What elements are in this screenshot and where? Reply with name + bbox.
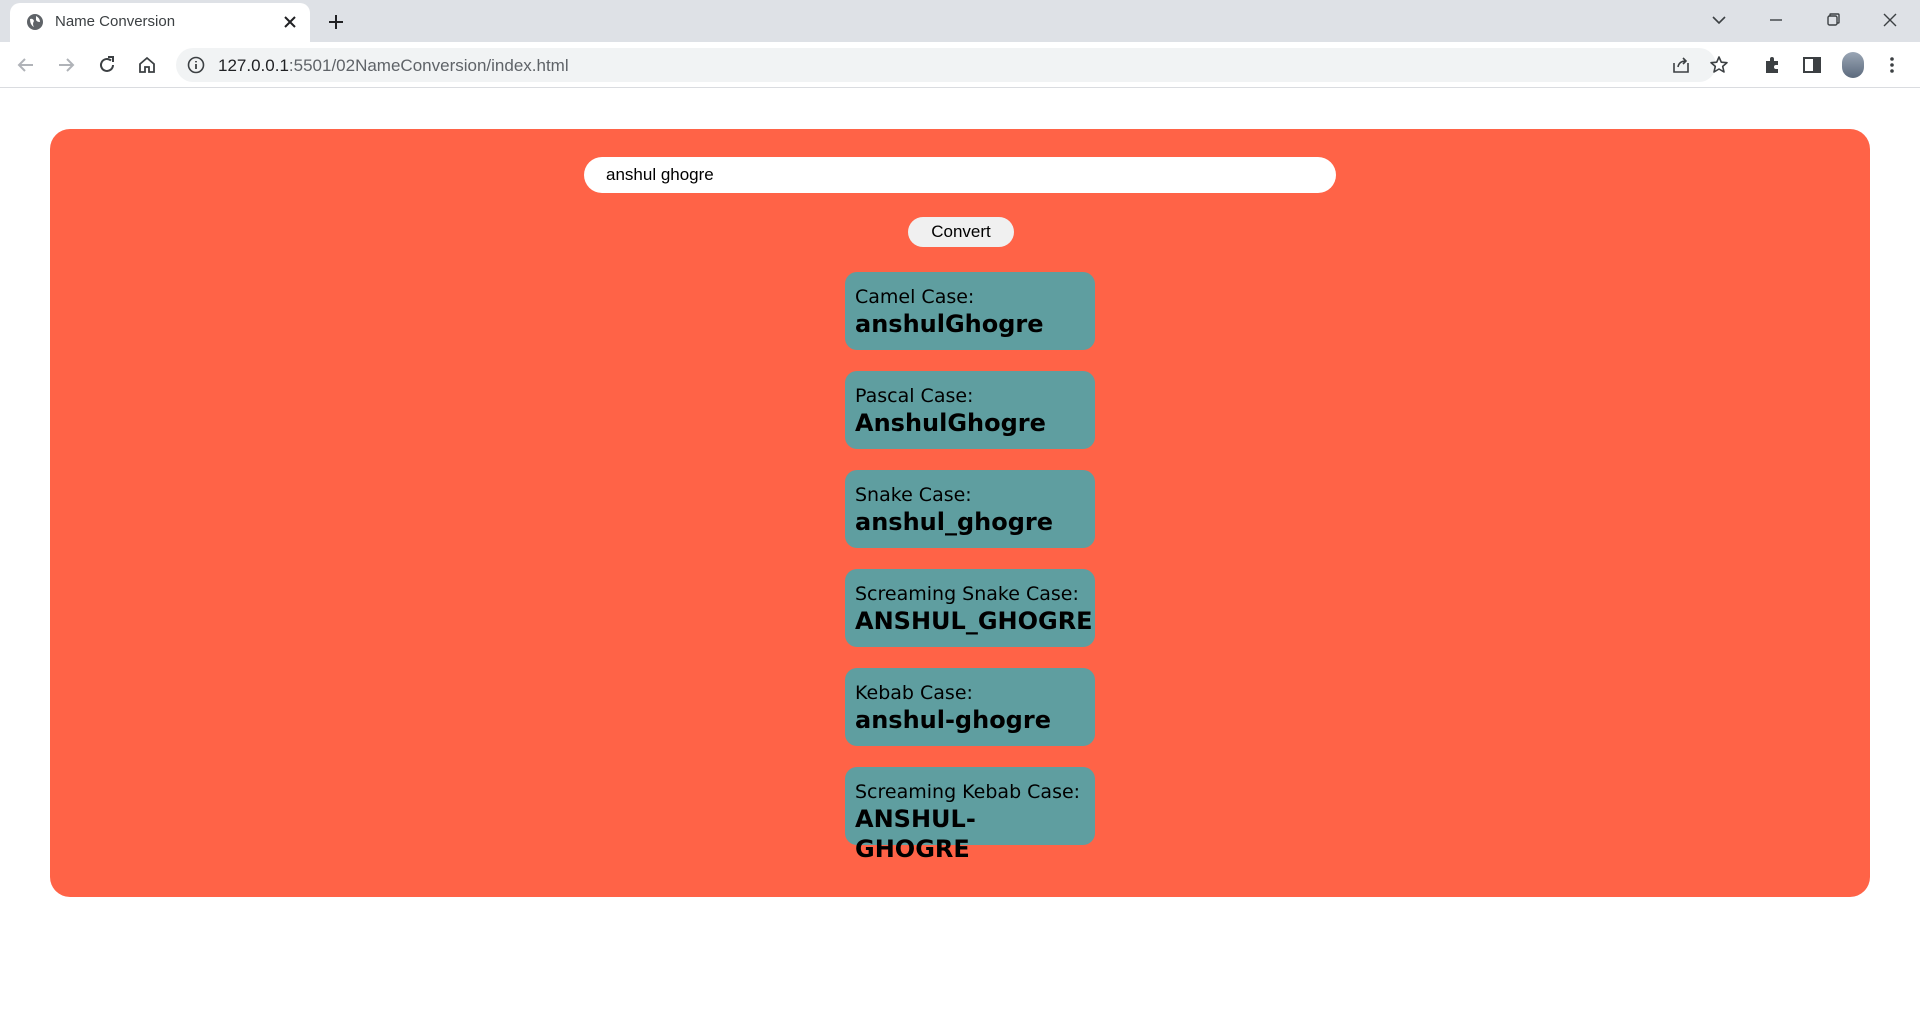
result-label: Screaming Kebab Case: xyxy=(855,781,1081,803)
back-arrow-icon[interactable] xyxy=(14,53,38,77)
result-value: ANSHUL-GHOGRE xyxy=(855,805,976,863)
url-text[interactable]: 127.0.0.1:5501/02NameConversion/index.ht… xyxy=(218,56,569,76)
profile-avatar[interactable] xyxy=(1842,52,1864,78)
result-card-pascal-case: Pascal Case: AnshulGhogre xyxy=(845,371,1095,449)
result-label: Kebab Case: xyxy=(855,682,973,704)
result-card-kebab-case: Kebab Case: anshul-ghogre xyxy=(845,668,1095,746)
result-label: Camel Case: xyxy=(855,286,975,308)
url-host: 127.0.0.1 xyxy=(218,56,289,75)
bookmark-star-icon[interactable] xyxy=(1708,54,1730,76)
home-icon[interactable] xyxy=(135,53,159,77)
result-value: anshul_ghogre xyxy=(855,508,1054,536)
close-window-icon[interactable] xyxy=(1878,8,1902,32)
result-label: Screaming Snake Case: xyxy=(855,583,1079,605)
name-input[interactable] xyxy=(584,157,1336,193)
result-value: anshulGhogre xyxy=(855,310,1044,338)
minimize-icon[interactable] xyxy=(1764,8,1788,32)
share-icon[interactable] xyxy=(1670,54,1692,76)
result-card-camel-case: Camel Case: anshulGhogre xyxy=(845,272,1095,350)
close-icon[interactable] xyxy=(280,12,300,32)
result-card-screaming-snake-case: Screaming Snake Case: ANSHUL_GHOGRE xyxy=(845,569,1095,647)
extensions-puzzle-icon[interactable] xyxy=(1760,53,1784,77)
globe-icon xyxy=(27,14,43,30)
url-path: :5501/02NameConversion/index.html xyxy=(288,56,569,75)
address-bar[interactable]: 127.0.0.1:5501/02NameConversion/index.ht… xyxy=(176,48,1728,82)
tab-strip: Name Conversion xyxy=(0,0,1920,42)
new-tab-icon[interactable] xyxy=(324,10,348,34)
conversion-panel: Convert Camel Case: anshulGhogre Pascal … xyxy=(50,129,1870,897)
result-value: ANSHUL_GHOGRE xyxy=(855,607,1093,635)
reload-icon[interactable] xyxy=(95,53,119,77)
forward-arrow-icon[interactable] xyxy=(54,53,78,77)
restore-icon[interactable] xyxy=(1821,8,1845,32)
result-card-snake-case: Snake Case: anshul_ghogre xyxy=(845,470,1095,548)
browser-tab[interactable]: Name Conversion xyxy=(10,3,310,42)
result-value: anshul-ghogre xyxy=(855,706,1051,734)
result-label: Snake Case: xyxy=(855,484,972,506)
result-value: AnshulGhogre xyxy=(855,409,1046,437)
side-panel-icon[interactable] xyxy=(1800,53,1824,77)
site-info-icon[interactable] xyxy=(186,55,206,75)
tab-search-icon[interactable] xyxy=(1707,8,1731,32)
result-label: Pascal Case: xyxy=(855,385,974,407)
result-card-screaming-kebab-case: Screaming Kebab Case: ANSHUL-GHOGRE xyxy=(845,767,1095,863)
convert-button[interactable]: Convert xyxy=(908,217,1014,247)
kebab-menu-icon[interactable] xyxy=(1880,53,1904,77)
tab-title: Name Conversion xyxy=(55,13,176,30)
browser-toolbar: 127.0.0.1:5501/02NameConversion/index.ht… xyxy=(0,42,1920,88)
